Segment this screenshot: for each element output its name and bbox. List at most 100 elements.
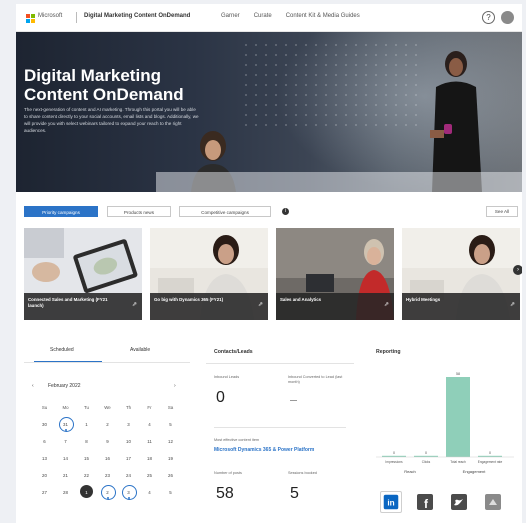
external-link-icon[interactable]: ⇗ xyxy=(510,301,515,308)
calendar-day[interactable]: 15 xyxy=(76,450,97,467)
panel-title: Reporting xyxy=(376,349,401,355)
nav-item-curate[interactable]: Curate xyxy=(254,13,272,19)
external-link-icon[interactable]: ⇗ xyxy=(132,301,137,308)
calendar-day[interactable]: 22 xyxy=(76,467,97,484)
calendar-day-number: 3 xyxy=(127,490,130,495)
calendar-day[interactable]: 31 xyxy=(55,416,76,433)
chart-group-label: Reach xyxy=(404,469,416,474)
sessions-label: Sessions booked xyxy=(288,471,317,475)
calendar-day[interactable]: 28 xyxy=(55,484,76,501)
hero-desk xyxy=(156,172,522,192)
calendar-day[interactable]: 7 xyxy=(55,433,76,450)
external-link-icon[interactable]: ⇗ xyxy=(384,301,389,308)
user-avatar-icon[interactable] xyxy=(501,11,514,24)
calendar-day[interactable]: 24 xyxy=(118,467,139,484)
active-tab-indicator xyxy=(34,361,102,362)
calendar-day[interactable]: 4 xyxy=(139,416,160,433)
calendar-day[interactable]: 17 xyxy=(118,450,139,467)
weekday-label: Th xyxy=(125,405,132,410)
external-link-icon[interactable]: ⇗ xyxy=(258,301,263,308)
weekday-label: Su xyxy=(41,405,48,410)
calendar-day[interactable]: 6 xyxy=(34,433,55,450)
campaign-card[interactable]: Sales and Analytics ⇗ xyxy=(276,228,394,320)
calendar-day[interactable]: 4 xyxy=(139,484,160,501)
nav-item-content-kit[interactable]: Content Kit & Media Guides xyxy=(286,13,360,19)
tab-competitive-campaigns[interactable]: Competitive campaigns xyxy=(179,206,271,217)
tab-available[interactable]: Available xyxy=(130,347,150,353)
posts-label: Number of posts xyxy=(214,471,242,475)
chart-data-label: 0 xyxy=(489,451,491,455)
calendar-week: 20 21 22 23 24 25 26 xyxy=(34,467,182,484)
next-month-icon[interactable]: › xyxy=(174,383,182,389)
svg-text:in: in xyxy=(387,499,394,508)
calendar-day-number: 31 xyxy=(63,422,68,427)
calendar-week: 30 31 1 2 3 4 5 xyxy=(34,416,182,433)
leads-label: Inbound Leads xyxy=(214,375,240,379)
campaign-card[interactable]: Connected Sales and Marketing (FY21 laun… xyxy=(24,228,142,320)
calendar-day[interactable]: 2 xyxy=(97,484,118,501)
card-title: Hybrid Meetings xyxy=(406,297,441,302)
calendar-day[interactable]: 19 xyxy=(160,450,181,467)
calendar-day[interactable]: 26 xyxy=(160,467,181,484)
divider xyxy=(76,12,77,23)
chart-category-label: Engagement rate xyxy=(478,460,503,464)
calendar-day[interactable]: 14 xyxy=(55,450,76,467)
calendar-month: February 2022 xyxy=(48,383,81,389)
tab-priority-campaigns[interactable]: Priority campaigns xyxy=(24,206,98,217)
posts-value: 58 xyxy=(216,485,234,502)
calendar-day[interactable]: 30 xyxy=(34,416,55,433)
help-icon[interactable]: ? xyxy=(482,11,495,24)
calendar-day[interactable]: 16 xyxy=(97,450,118,467)
calendar-day[interactable]: 10 xyxy=(118,433,139,450)
calendar-day[interactable]: 1 xyxy=(76,416,97,433)
chart-category-label: Impressions xyxy=(385,460,403,464)
calendar-day[interactable]: 13 xyxy=(34,450,55,467)
calendar-day[interactable]: 5 xyxy=(160,416,181,433)
chart-group-label: Engagement xyxy=(463,469,487,474)
lead-conversion-value: — xyxy=(290,397,297,404)
calendar-day[interactable]: 23 xyxy=(97,467,118,484)
calendar-day[interactable]: 25 xyxy=(139,467,160,484)
reporting-chart: 0 Impressions 0 Clicks 58 Total reach 0 Engagem… xyxy=(376,372,514,474)
calendar-day[interactable]: 8 xyxy=(76,433,97,450)
calendar-day[interactable]: 3 xyxy=(118,416,139,433)
calendar-day[interactable]: 5 xyxy=(160,484,181,501)
calendar-day[interactable]: 21 xyxy=(55,467,76,484)
linkedin-icon[interactable]: in xyxy=(380,491,402,513)
leads-value: 0 xyxy=(216,389,225,406)
tab-products-news[interactable]: Products news xyxy=(107,206,171,217)
panel-title: Contacts/Leads xyxy=(214,349,253,355)
weekday-label: We xyxy=(104,405,111,410)
calendar-day-selected[interactable]: 1 xyxy=(76,484,97,501)
campaign-cards: Connected Sales and Marketing (FY21 laun… xyxy=(24,228,522,320)
calendar-day[interactable]: 2 xyxy=(97,416,118,433)
chart-bar xyxy=(446,377,470,457)
calendar-day[interactable]: 18 xyxy=(139,450,160,467)
calendar-day-number: 1 xyxy=(85,490,88,495)
hero-title: Digital Marketing Content OnDemand xyxy=(24,66,184,104)
campaign-card[interactable]: Go big with Dynamics 365 (FY21) ⇗ xyxy=(150,228,268,320)
calendar-day[interactable]: 20 xyxy=(34,467,55,484)
other-social-icon[interactable] xyxy=(482,491,504,513)
tab-scheduled[interactable]: Scheduled xyxy=(50,347,74,353)
facebook-icon[interactable]: f xyxy=(414,491,436,513)
schedule-panel: Scheduled Available ‹ February 2022 › Su… xyxy=(24,339,190,523)
campaign-card[interactable]: Hybrid Meetings ⇗ xyxy=(402,228,520,320)
card-caption: Connected Sales and Marketing (FY21 laun… xyxy=(24,293,142,320)
info-icon[interactable]: i xyxy=(282,208,289,215)
calendar-day[interactable]: 12 xyxy=(160,433,181,450)
calendar-day[interactable]: 9 xyxy=(97,433,118,450)
chart-data-label: 0 xyxy=(425,451,427,455)
see-all-button[interactable]: See All xyxy=(486,206,518,217)
effective-content-link[interactable]: Microsoft Dynamics 365 & Power Platform xyxy=(214,447,314,453)
calendar-day[interactable]: 3 xyxy=(118,484,139,501)
twitter-icon[interactable] xyxy=(448,491,470,513)
calendar-day[interactable]: 11 xyxy=(139,433,160,450)
nav-item-garner[interactable]: Garner xyxy=(221,13,240,19)
card-caption: Sales and Analytics ⇗ xyxy=(276,293,394,320)
sessions-value: 5 xyxy=(290,485,299,502)
calendar-day[interactable]: 27 xyxy=(34,484,55,501)
app-title[interactable]: Digital Marketing Content OnDemand xyxy=(84,13,190,19)
carousel-next-icon[interactable]: › xyxy=(513,265,522,275)
top-nav: Garner Curate Content Kit & Media Guides xyxy=(221,13,360,19)
